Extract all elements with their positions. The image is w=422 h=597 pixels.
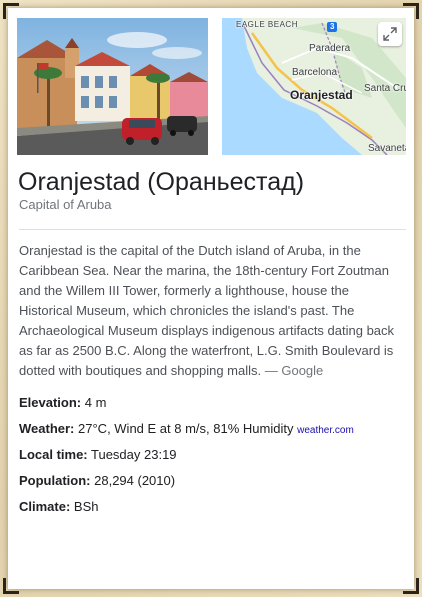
- description: Oranjestad is the capital of the Dutch i…: [19, 241, 404, 381]
- fact-climate: Climate: BSh: [19, 499, 409, 514]
- map-label-paradera: Paradera: [309, 43, 351, 54]
- map-label-savaneta: Savaneta: [368, 143, 406, 154]
- fact-value: 4 m: [84, 395, 107, 410]
- expand-map-button[interactable]: [378, 22, 402, 46]
- fact-label: Elevation:: [19, 395, 82, 410]
- page-subtitle: Capital of Aruba: [19, 197, 112, 212]
- fact-population: Population: 28,294 (2010): [19, 473, 409, 488]
- fact-value: Tuesday 23:19: [91, 447, 177, 462]
- route-badge: 3: [327, 22, 338, 32]
- mini-map[interactable]: EAGLE BEACH 3 Paradera Barcelona Oranjes…: [222, 18, 406, 155]
- map-label-santa-cruz: Santa Cruz: [364, 83, 406, 94]
- map-label-eagle-beach: EAGLE BEACH: [236, 20, 298, 29]
- description-text: Oranjestad is the capital of the Dutch i…: [19, 243, 395, 378]
- expand-icon: [383, 27, 397, 41]
- fact-label: Weather:: [19, 421, 75, 436]
- description-source: — Google: [264, 363, 324, 378]
- map-label-barcelona: Barcelona: [292, 67, 338, 78]
- fact-value: 28,294 (2010): [94, 473, 176, 488]
- fact-elevation: Elevation: 4 m: [19, 395, 409, 410]
- fact-value: BSh: [73, 499, 99, 514]
- page-title: Oranjestad (Ораньестад): [18, 168, 305, 196]
- fact-label: Population:: [19, 473, 91, 488]
- fact-value: 27°C, Wind E at 8 m/s, 81% Humidity: [78, 421, 294, 436]
- fact-label: Climate:: [19, 499, 71, 514]
- knowledge-panel: EAGLE BEACH 3 Paradera Barcelona Oranjes…: [8, 8, 414, 589]
- weather-source-link[interactable]: weather.com: [297, 425, 354, 436]
- city-photo[interactable]: [17, 18, 208, 155]
- fact-weather: Weather: 27°C, Wind E at 8 m/s, 81% Humi…: [19, 421, 409, 436]
- divider: [19, 229, 406, 230]
- fact-local-time: Local time: Tuesday 23:19: [19, 447, 409, 462]
- fact-label: Local time:: [19, 447, 88, 462]
- map-label-oranjestad: Oranjestad: [290, 88, 353, 102]
